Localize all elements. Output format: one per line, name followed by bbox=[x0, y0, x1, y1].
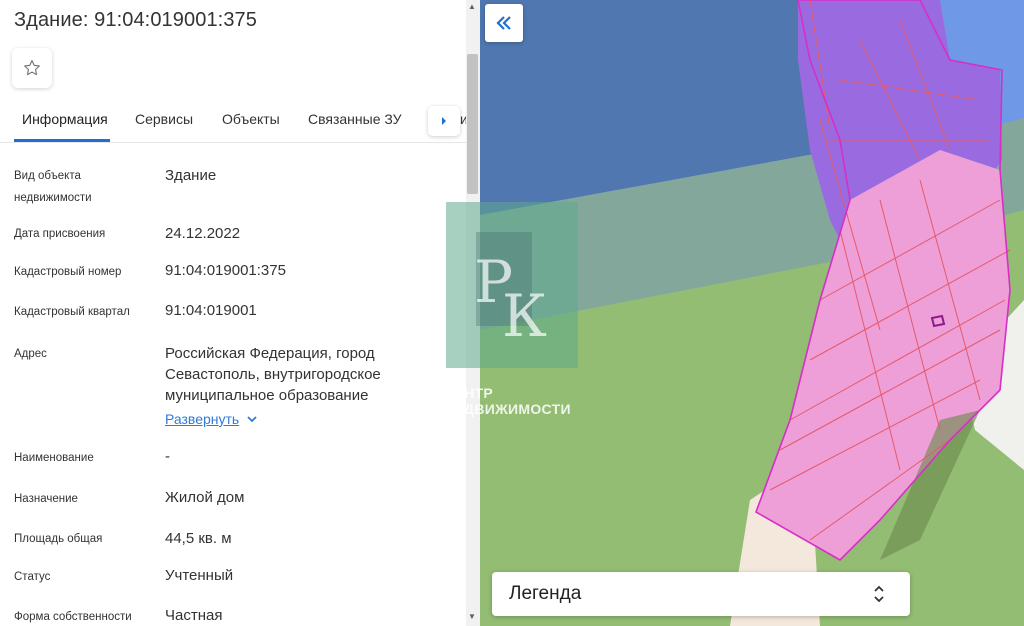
legend-label: Легенда bbox=[509, 583, 582, 604]
field-label-line: недвижимости bbox=[14, 192, 92, 204]
collapse-panel-button[interactable] bbox=[485, 4, 523, 42]
field-value-cadastral-number: 91:04:019001:375 bbox=[165, 262, 286, 279]
legend-dropdown[interactable]: Легенда bbox=[492, 572, 910, 616]
tab-objects[interactable]: Объекты bbox=[222, 111, 280, 127]
address-line: Российская Федерация, город bbox=[165, 345, 375, 362]
field-label-purpose: Назначение bbox=[14, 493, 78, 505]
address-line: муниципальное образование bbox=[165, 387, 369, 404]
field-value-status: Учтенный bbox=[165, 567, 234, 584]
svg-text:К: К bbox=[502, 282, 547, 350]
field-label-address: Адрес bbox=[14, 348, 47, 360]
field-value-address: Российская Федерация, город Севастополь,… bbox=[165, 343, 381, 406]
tab-information[interactable]: Информация bbox=[22, 111, 108, 127]
double-chevron-left-icon bbox=[496, 16, 511, 30]
field-value-purpose: Жилой дом bbox=[165, 489, 245, 506]
field-value-date: 24.12.2022 bbox=[165, 225, 241, 242]
field-label-name: Наименование bbox=[14, 452, 94, 464]
expand-address-link[interactable]: Развернуть bbox=[165, 411, 239, 427]
chevron-up-down-icon[interactable] bbox=[872, 582, 886, 606]
field-label-ownership: Форма собственности bbox=[14, 611, 132, 623]
field-value-name: - bbox=[165, 448, 170, 465]
scroll-up-arrow-icon[interactable]: ▲ bbox=[468, 2, 476, 11]
watermark-monogram-icon: Р К bbox=[474, 232, 547, 350]
field-value-area: 44,5 кв. м bbox=[165, 530, 232, 547]
field-label-type: Вид объекта недвижимости bbox=[14, 165, 92, 209]
tab-services[interactable]: Сервисы bbox=[135, 111, 193, 127]
tab-related-plots[interactable]: Связанные ЗУ bbox=[308, 111, 402, 127]
field-value-cadastral-quarter[interactable]: 91:04:019001 bbox=[165, 300, 257, 321]
field-label-line: Вид объекта bbox=[14, 170, 81, 182]
field-value-ownership: Частная bbox=[165, 607, 223, 624]
page-title: Здание: 91:04:019001:375 bbox=[14, 9, 257, 31]
watermark-line: НЕДВИЖИМОСТИ bbox=[444, 401, 571, 417]
star-outline-icon bbox=[24, 60, 40, 76]
field-label-status: Статус bbox=[14, 571, 51, 583]
info-panel: Здание: 91:04:019001:375 Информация Серв… bbox=[0, 0, 466, 626]
field-label-cadastral-number: Кадастровый номер bbox=[14, 266, 122, 278]
tabs-scroll-right-button[interactable] bbox=[428, 106, 460, 136]
scrollbar-thumb[interactable] bbox=[467, 54, 478, 194]
field-label-cadastral-quarter: Кадастровый квартал bbox=[14, 306, 130, 318]
field-value-type: Здание bbox=[165, 167, 217, 184]
favorite-button[interactable] bbox=[12, 48, 52, 88]
tab-bar: Информация Сервисы Объекты Связанные ЗУ bbox=[0, 100, 466, 143]
watermark-logo: Р К bbox=[446, 202, 578, 368]
field-label-area: Площадь общая bbox=[14, 533, 103, 545]
watermark-caption: ЦЕНТР НЕДВИЖИМОСТИ bbox=[444, 385, 571, 417]
field-label-date: Дата присвоения bbox=[14, 228, 106, 240]
caret-right-icon bbox=[442, 117, 446, 125]
address-line: Севастополь, внутригородское bbox=[165, 366, 381, 383]
active-tab-indicator bbox=[14, 139, 110, 142]
watermark-line: ЦЕНТР bbox=[444, 385, 494, 401]
scroll-down-arrow-icon[interactable]: ▼ bbox=[468, 612, 476, 621]
chevron-down-icon[interactable] bbox=[246, 413, 258, 425]
